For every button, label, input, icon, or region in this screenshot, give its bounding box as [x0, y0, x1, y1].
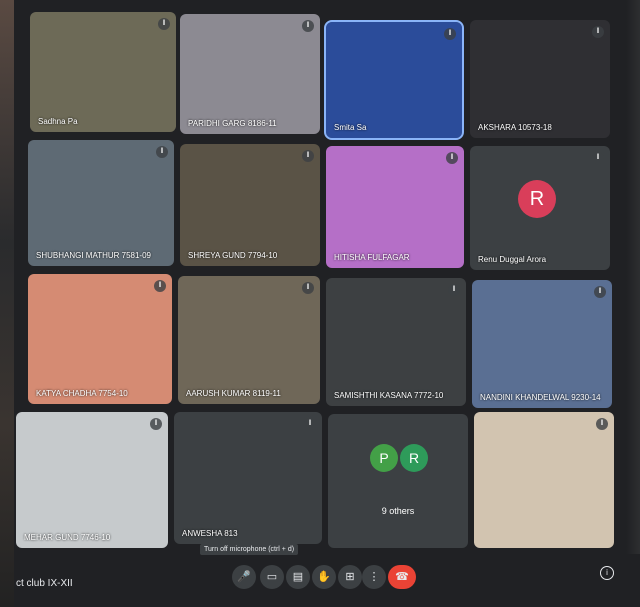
participant-name: Smita Sa [334, 123, 367, 132]
mic-muted-icon: ǁ [304, 418, 316, 430]
present-button[interactable]: ⊞ [338, 565, 362, 589]
participant-name: KATYA CHADHA 7754-10 [36, 389, 128, 398]
participant-tile[interactable]: ǁ SAMISHTHI KASANA 7772-10 [326, 278, 466, 406]
mic-muted-icon: ǁ [444, 28, 456, 40]
end-call-button[interactable]: ☎ [388, 565, 416, 589]
participant-tile[interactable]: ǁ R Renu Duggal Arora [470, 146, 610, 270]
participant-name: PARIDHI GARG 8186-11 [188, 119, 277, 128]
participant-tile[interactable]: ǁ AARUSH KUMAR 8119-11 [178, 276, 320, 404]
camera-button[interactable]: ▭ [260, 565, 284, 589]
participant-name: AKSHARA 10573-18 [478, 123, 552, 132]
participant-tile[interactable]: ǁ NANDINI KHANDELWAL 9230-14 [472, 280, 612, 408]
mic-muted-icon: ǁ [594, 286, 606, 298]
participant-avatar: R [400, 444, 428, 472]
mic-tooltip: Turn off microphone (ctrl + d) [200, 544, 299, 555]
participant-avatar: R [518, 180, 556, 218]
participant-name: SHUBHANGI MATHUR 7581-09 [36, 251, 151, 260]
participant-name: AARUSH KUMAR 8119-11 [186, 389, 281, 398]
mic-muted-icon: ǁ [448, 284, 460, 296]
mic-muted-icon: ǁ [302, 282, 314, 294]
participant-name: NANDINI KHANDELWAL 9230-14 [480, 393, 601, 402]
participant-name: SAMISHTHI KASANA 7772-10 [334, 391, 444, 400]
mic-muted-icon: ǁ [158, 18, 170, 30]
raise-hand-button[interactable]: ✋ [312, 565, 336, 589]
others-count-label: 9 others [381, 506, 415, 516]
participant-tile[interactable]: ǁ HITISHA FULFAGAR [326, 146, 464, 268]
participant-name: ANWESHA 813 [182, 529, 238, 538]
participant-name: MEHAR GUND 7746-10 [24, 533, 111, 542]
others-tile[interactable]: P R 9 others [328, 414, 468, 548]
participant-avatar: P [370, 444, 398, 472]
participant-name: SHREYA GUND 7794-10 [188, 251, 278, 260]
captions-button[interactable]: ▤ [286, 565, 310, 589]
participant-name: HITISHA FULFAGAR [334, 253, 410, 262]
participant-tile[interactable]: ǁ ANWESHA 813 [174, 412, 322, 544]
participant-tile[interactable]: ǁ Smita Sa [324, 20, 464, 140]
mic-button[interactable]: 🎤 [232, 565, 256, 589]
mic-muted-icon: ǁ [156, 146, 168, 158]
participant-tile[interactable]: ǁ [474, 412, 614, 548]
mic-muted-icon: ǁ [592, 152, 604, 164]
participant-tile[interactable]: ǁ MEHAR GUND 7746-10 [16, 412, 168, 548]
side-strip [0, 0, 14, 607]
mic-muted-icon: ǁ [150, 418, 162, 430]
participant-tile[interactable]: ǁ AKSHARA 10573-18 [470, 20, 610, 138]
mic-muted-icon: ǁ [154, 280, 166, 292]
participant-tile[interactable]: ǁ PARIDHI GARG 8186-11 [180, 14, 320, 134]
more-options-button[interactable]: ⋮ [362, 565, 386, 589]
participant-tile[interactable]: ǁ KATYA CHADHA 7754-10 [28, 274, 172, 404]
mic-muted-icon: ǁ [446, 152, 458, 164]
meeting-name: ct club IX-XII [16, 578, 73, 589]
mic-muted-icon: ǁ [302, 150, 314, 162]
participant-tile[interactable]: ǁ SHREYA GUND 7794-10 [180, 144, 320, 266]
mic-muted-icon: ǁ [592, 26, 604, 38]
mic-muted-icon: ǁ [596, 418, 608, 430]
participant-name: Renu Duggal Arora [478, 255, 547, 264]
participant-name: Sadhna Pa [38, 117, 78, 126]
info-icon[interactable]: i [600, 566, 614, 580]
participant-tile[interactable]: ǁ SHUBHANGI MATHUR 7581-09 [28, 140, 174, 266]
mic-muted-icon: ǁ [302, 20, 314, 32]
participant-tile[interactable]: ǁ Sadhna Pa [30, 12, 176, 132]
